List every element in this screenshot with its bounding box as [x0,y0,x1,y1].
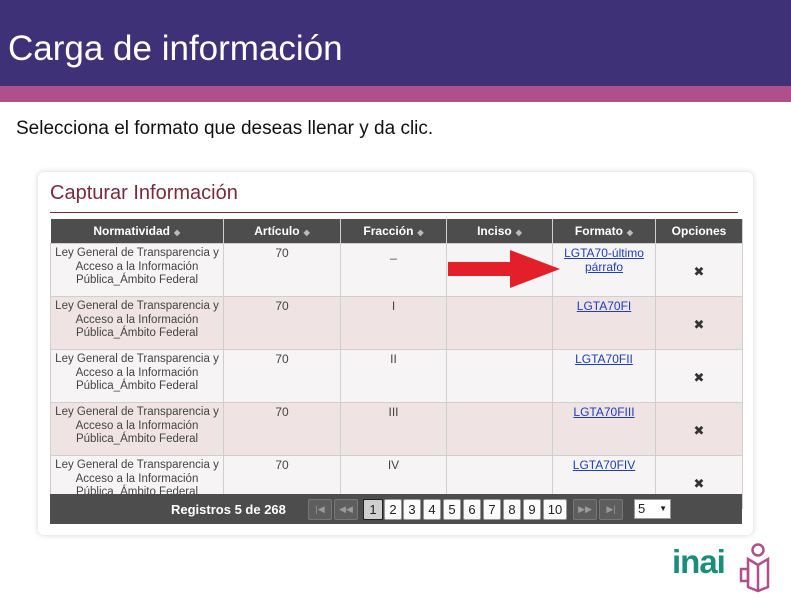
column-header-opciones: Opciones [655,219,743,244]
cell-formato: LGTA70FI [552,296,656,350]
cell-inciso [446,349,553,403]
formats-table: Normatividad ◆ Artículo ◆ Fracción ◆ Inciso… [50,219,743,509]
formato-link[interactable]: LGTA70FII [575,352,633,366]
cell-articulo: 70 [223,296,341,350]
inai-logo: inai [672,543,772,593]
cell-normatividad: Ley General de Transparencia y Acceso a … [50,349,224,403]
chevron-down-icon: ▼ [659,504,667,513]
column-header-fraccion[interactable]: Fracción ◆ [340,219,447,244]
table-header-row: Normatividad ◆ Artículo ◆ Fracción ◆ Inciso… [50,219,743,244]
logo-text: inai [672,543,726,580]
cell-formato: LGTA70FIII [552,402,656,456]
page-button-3[interactable]: 3 [403,499,421,520]
cell-fraccion: _ [340,243,447,297]
table-row: Ley General de Transparencia y Acceso a … [50,296,743,350]
delete-icon[interactable]: ✖ [655,296,743,350]
column-header-inciso[interactable]: Inciso ◆ [446,219,553,244]
instruction-text: Selecciona el formato que deseas llenar … [16,118,434,139]
page-button-2[interactable]: 2 [384,499,402,520]
table-row: Ley General de Transparencia y Acceso a … [50,402,743,456]
first-page-icon[interactable]: |◀ [308,499,332,520]
delete-icon[interactable]: ✖ [655,243,743,297]
cell-fraccion: I [340,296,447,350]
reading-figure-icon [739,543,770,593]
page-button-8[interactable]: 8 [503,499,521,520]
column-header-formato[interactable]: Formato ◆ [552,219,656,244]
accent-bar [0,86,791,102]
cell-normatividad: Ley General de Transparencia y Acceso a … [50,243,224,297]
pagination-bar: Registros 5 de 268 |◀ ◀◀ 1 2 3 4 5 6 7 8… [50,494,742,524]
page-button-4[interactable]: 4 [423,499,441,520]
sort-icon: ◆ [174,228,181,237]
delete-icon[interactable]: ✖ [655,402,743,456]
delete-icon[interactable]: ✖ [655,349,743,403]
cell-fraccion: III [340,402,447,456]
last-page-icon[interactable]: ▶| [599,499,623,520]
page-button-7[interactable]: 7 [483,499,501,520]
prev-page-icon[interactable]: ◀◀ [334,499,358,520]
table-row: Ley General de Transparencia y Acceso a … [50,349,743,403]
page-button-6[interactable]: 6 [463,499,481,520]
formato-link[interactable]: LGTA70FIII [573,405,634,419]
column-header-articulo[interactable]: Artículo ◆ [223,219,341,244]
capture-panel: Capturar Información Normatividad ◆ Artíc… [38,172,753,535]
formato-link[interactable]: LGTA70-último párrafo [564,246,644,274]
formato-link[interactable]: LGTA70FIV [573,458,635,472]
cell-normatividad: Ley General de Transparencia y Acceso a … [50,296,224,350]
page-button-1[interactable]: 1 [363,499,383,520]
page-button-9[interactable]: 9 [523,499,541,520]
next-page-icon[interactable]: ▶▶ [573,499,597,520]
sort-icon: ◆ [626,228,634,237]
panel-title: Capturar Información [50,182,238,204]
header-banner: Carga de información [0,0,791,86]
cell-inciso [446,402,553,456]
sort-icon: ◆ [417,228,424,237]
formato-link[interactable]: LGTA70FI [577,299,631,313]
panel-divider [50,212,738,213]
sort-icon: ◆ [515,228,522,237]
pointer-arrow-icon [448,250,560,288]
page-title: Carga de información [8,29,343,68]
table-row: Ley General de Transparencia y Acceso a … [50,243,743,297]
column-header-normatividad[interactable]: Normatividad ◆ [50,219,224,244]
cell-fraccion: II [340,349,447,403]
records-count: Registros 5 de 268 [171,502,286,517]
cell-formato: LGTA70-último párrafo [552,243,656,297]
page-size-select[interactable]: 5 ▼ [634,499,671,519]
page-button-10[interactable]: 10 [543,499,567,520]
cell-formato: LGTA70FII [552,349,656,403]
cell-articulo: 70 [223,402,341,456]
cell-inciso [446,296,553,350]
sort-icon: ◆ [303,228,310,237]
cell-articulo: 70 [223,243,341,297]
page-button-5[interactable]: 5 [443,499,461,520]
cell-articulo: 70 [223,349,341,403]
cell-normatividad: Ley General de Transparencia y Acceso a … [50,402,224,456]
